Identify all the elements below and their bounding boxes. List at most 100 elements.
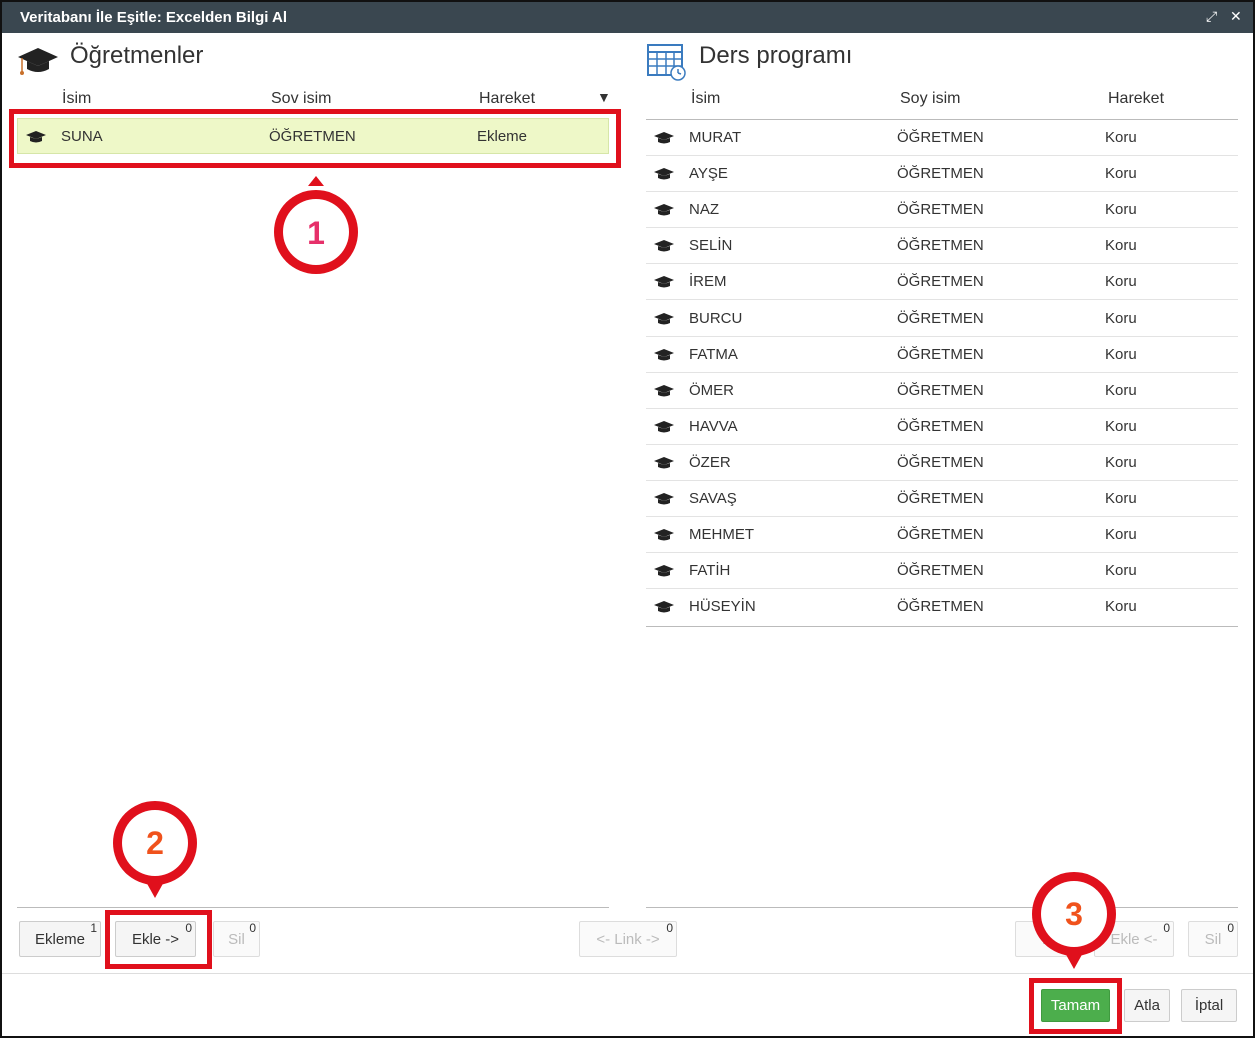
right-col-action-header[interactable]: Hareket [1108, 90, 1164, 108]
row-name: BURCU [689, 309, 743, 327]
right-table-row[interactable]: HÜSEYİN ÖĞRETMEN Koru [646, 589, 1238, 625]
right-table-row[interactable]: İREM ÖĞRETMEN Koru [646, 264, 1238, 301]
expand-icon[interactable]: ⤢ [1206, 8, 1217, 25]
left-panel-bottom-line [17, 907, 609, 908]
left-col-action-header[interactable]: Hareket [479, 90, 535, 108]
row-surname: ÖĞRETMEN [897, 417, 984, 435]
right-col-name-header[interactable]: İsim [691, 90, 720, 108]
right-table-row[interactable]: MURAT ÖĞRETMEN Koru [646, 120, 1238, 156]
atla-label: Atla [1134, 997, 1160, 1014]
row-name: NAZ [689, 201, 719, 219]
row-action[interactable]: Koru [1105, 598, 1137, 615]
row-surname: ÖĞRETMEN [897, 345, 984, 363]
highlight-box-row [9, 109, 621, 168]
right-table-bottom-divider [646, 626, 1238, 627]
graduation-cap-icon [654, 240, 674, 252]
row-surname: ÖĞRETMEN [897, 381, 984, 399]
right-table-row[interactable]: FATİH ÖĞRETMEN Koru [646, 553, 1238, 590]
highlight-box-tamam [1029, 978, 1122, 1034]
left-sil-button[interactable]: Sil 0 [213, 921, 260, 957]
right-table-row[interactable]: AYŞE ÖĞRETMEN Koru [646, 156, 1238, 193]
marker-1-number: 1 [307, 214, 325, 251]
right-table-row[interactable]: SAVAŞ ÖĞRETMEN Koru [646, 481, 1238, 517]
iptal-button[interactable]: İptal [1181, 989, 1237, 1022]
annotation-marker-2: 2 [112, 800, 198, 898]
link-label: <- Link -> [596, 930, 660, 948]
sort-dropdown-icon[interactable]: ▼ [597, 89, 611, 105]
link-count: 0 [666, 921, 673, 935]
row-surname: ÖĞRETMEN [897, 165, 984, 183]
graduation-cap-icon [654, 601, 674, 613]
row-action[interactable]: Koru [1105, 526, 1137, 543]
left-col-surname-header[interactable]: Sov isim [271, 90, 331, 108]
graduation-cap-icon [654, 384, 674, 397]
row-surname: ÖĞRETMEN [897, 129, 984, 146]
row-surname: ÖĞRETMEN [897, 598, 984, 616]
iptal-label: İptal [1194, 997, 1224, 1014]
row-action[interactable]: Koru [1105, 273, 1137, 290]
close-icon[interactable]: ✕ [1230, 8, 1242, 25]
right-col-surname-header[interactable]: Soy isim [900, 90, 960, 108]
left-col-name-header[interactable]: İsim [62, 90, 91, 108]
row-action[interactable]: Koru [1105, 129, 1137, 146]
right-table-row[interactable]: ÖMER ÖĞRETMEN Koru [646, 373, 1238, 409]
graduation-cap-icon [654, 565, 674, 577]
marker-2-number: 2 [146, 824, 164, 861]
row-name: ÖMER [689, 381, 734, 399]
row-name: MURAT [689, 129, 742, 146]
right-table-row[interactable]: BURCU ÖĞRETMEN Koru [646, 301, 1238, 337]
row-action[interactable]: Koru [1105, 418, 1137, 435]
row-surname: ÖĞRETMEN [897, 453, 984, 471]
row-action[interactable]: Koru [1105, 237, 1137, 254]
highlight-box-ekle [105, 910, 212, 969]
marker-3-number: 3 [1065, 895, 1083, 932]
row-name: İREM [689, 273, 727, 291]
right-sil-count: 0 [1227, 921, 1234, 935]
right-table-row[interactable]: ÖZER ÖĞRETMEN Koru [646, 445, 1238, 481]
graduation-cap-icon [654, 456, 674, 469]
graduation-cap-icon [654, 204, 674, 216]
window-titlebar: Veritabanı İle Eşitle: Excelden Bilgi Al… [2, 2, 1253, 33]
graduation-cap-icon [654, 312, 674, 324]
graduation-cap-icon [654, 132, 674, 144]
link-button[interactable]: <- Link -> 0 [579, 921, 677, 957]
right-sil-button[interactable]: Sil 0 [1188, 921, 1238, 957]
row-surname: ÖĞRETMEN [897, 526, 984, 544]
graduation-cap-icon [654, 348, 674, 361]
left-sil-label: Sil [228, 930, 245, 948]
calendar-grid-icon [647, 44, 686, 81]
row-surname: ÖĞRETMEN [897, 201, 984, 219]
atla-button[interactable]: Atla [1124, 989, 1170, 1022]
ekle-left-label: Ekle <- [1110, 930, 1158, 948]
row-action[interactable]: Koru [1105, 201, 1137, 218]
row-action[interactable]: Koru [1105, 165, 1137, 182]
right-table-row[interactable]: MEHMET ÖĞRETMEN Koru [646, 517, 1238, 554]
row-name: FATMA [689, 345, 738, 363]
annotation-marker-3: 3 [1031, 871, 1117, 969]
ekleme-label: Ekleme [34, 930, 86, 948]
row-action[interactable]: Koru [1105, 562, 1137, 579]
row-name: HÜSEYİN [689, 598, 756, 616]
graduation-cap-icon [18, 48, 58, 75]
footer-divider [2, 973, 1253, 974]
row-action[interactable]: Koru [1105, 490, 1137, 507]
row-action[interactable]: Koru [1105, 382, 1137, 399]
row-action[interactable]: Koru [1105, 310, 1137, 327]
left-sil-count: 0 [249, 921, 256, 935]
row-name: HAVVA [689, 417, 738, 435]
right-table-row[interactable]: NAZ ÖĞRETMEN Koru [646, 192, 1238, 229]
row-name: AYŞE [689, 165, 728, 183]
right-table-row[interactable]: FATMA ÖĞRETMEN Koru [646, 337, 1238, 373]
right-panel-title: Ders programı [699, 42, 853, 69]
row-name: MEHMET [689, 526, 754, 544]
window-title: Veritabanı İle Eşitle: Excelden Bilgi Al [20, 9, 288, 26]
graduation-cap-icon [654, 529, 674, 541]
row-action[interactable]: Koru [1105, 454, 1137, 471]
row-surname: ÖĞRETMEN [897, 237, 984, 255]
ekleme-button[interactable]: Ekleme 1 [19, 921, 101, 957]
row-surname: ÖĞRETMEN [897, 273, 984, 291]
row-action[interactable]: Koru [1105, 346, 1137, 363]
right-table-row[interactable]: SELİN ÖĞRETMEN Koru [646, 228, 1238, 265]
row-name: SAVAŞ [689, 490, 737, 507]
right-table-row[interactable]: HAVVA ÖĞRETMEN Koru [646, 409, 1238, 445]
